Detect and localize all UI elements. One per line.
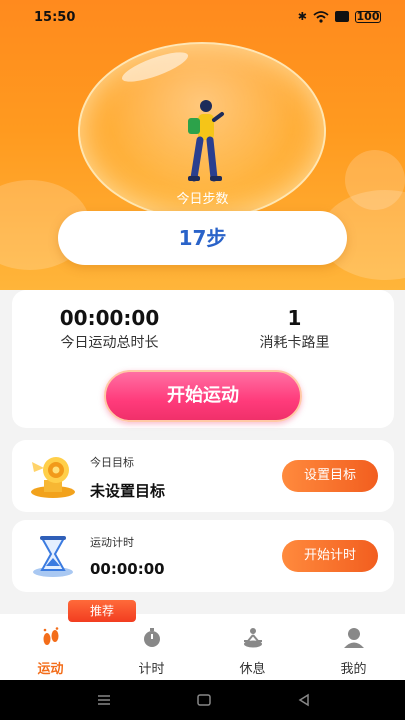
stats-card: 00:00:00 今日运动总时长 1 消耗卡路里 开始运动 bbox=[12, 290, 394, 428]
wifi-icon bbox=[313, 10, 329, 23]
tab-label: 运动 bbox=[37, 662, 64, 677]
start-exercise-button[interactable]: 开始运动 bbox=[104, 370, 302, 422]
timer-card: 运动计时 00:00:00 开始计时 bbox=[12, 520, 394, 592]
bluetooth-icon: ✱ bbox=[297, 10, 307, 23]
duration-value: 00:00:00 bbox=[59, 306, 160, 330]
status-time: 15:50 bbox=[34, 10, 76, 25]
stopwatch-icon bbox=[144, 628, 160, 647]
meditation-icon bbox=[244, 628, 262, 648]
bubble-shine bbox=[119, 46, 191, 88]
steps-label: 今日步数 bbox=[176, 192, 229, 207]
tab-rest[interactable]: 休息 bbox=[202, 614, 303, 680]
timer-value: 00:00:00 bbox=[90, 560, 165, 578]
tab-label: 休息 bbox=[239, 662, 266, 677]
recommend-badge: 推荐 bbox=[68, 600, 136, 622]
goal-small-label: 今日目标 bbox=[90, 456, 134, 469]
tab-label: 我的 bbox=[340, 662, 367, 677]
bottom-tab-bar: 运动 计时 休息 我的 bbox=[0, 614, 405, 680]
steps-count-pill: 17步 bbox=[58, 211, 347, 265]
trophy-target-icon bbox=[31, 457, 75, 498]
back-icon[interactable] bbox=[296, 692, 312, 708]
duration-label: 今日运动总时长 bbox=[60, 335, 159, 351]
tab-timer[interactable]: 计时 bbox=[101, 614, 202, 680]
battery-icon: 100 bbox=[355, 9, 381, 23]
status-bar: 15:50 ✱ 100 bbox=[0, 0, 405, 34]
start-timer-button[interactable]: 开始计时 bbox=[282, 540, 378, 572]
home-icon[interactable] bbox=[196, 692, 212, 708]
goal-card: 今日目标 未设置目标 设置目标 bbox=[12, 440, 394, 512]
calories-label: 消耗卡路里 bbox=[259, 335, 330, 351]
menu-icon[interactable] bbox=[96, 692, 112, 708]
calories-value: 1 bbox=[287, 306, 302, 330]
system-nav-bar bbox=[0, 680, 405, 720]
hourglass-icon bbox=[33, 536, 73, 577]
footprints-icon bbox=[43, 627, 59, 645]
walker-icon bbox=[188, 100, 224, 182]
notification-icon bbox=[335, 11, 349, 22]
goal-value: 未设置目标 bbox=[90, 482, 166, 500]
timer-small-label: 运动计时 bbox=[90, 536, 134, 549]
tab-label: 计时 bbox=[138, 662, 165, 677]
tab-exercise[interactable]: 运动 bbox=[0, 614, 101, 680]
set-goal-button[interactable]: 设置目标 bbox=[282, 460, 378, 492]
status-icons: ✱ 100 bbox=[298, 10, 381, 23]
tab-mine[interactable]: 我的 bbox=[303, 614, 404, 680]
profile-icon bbox=[344, 628, 364, 648]
